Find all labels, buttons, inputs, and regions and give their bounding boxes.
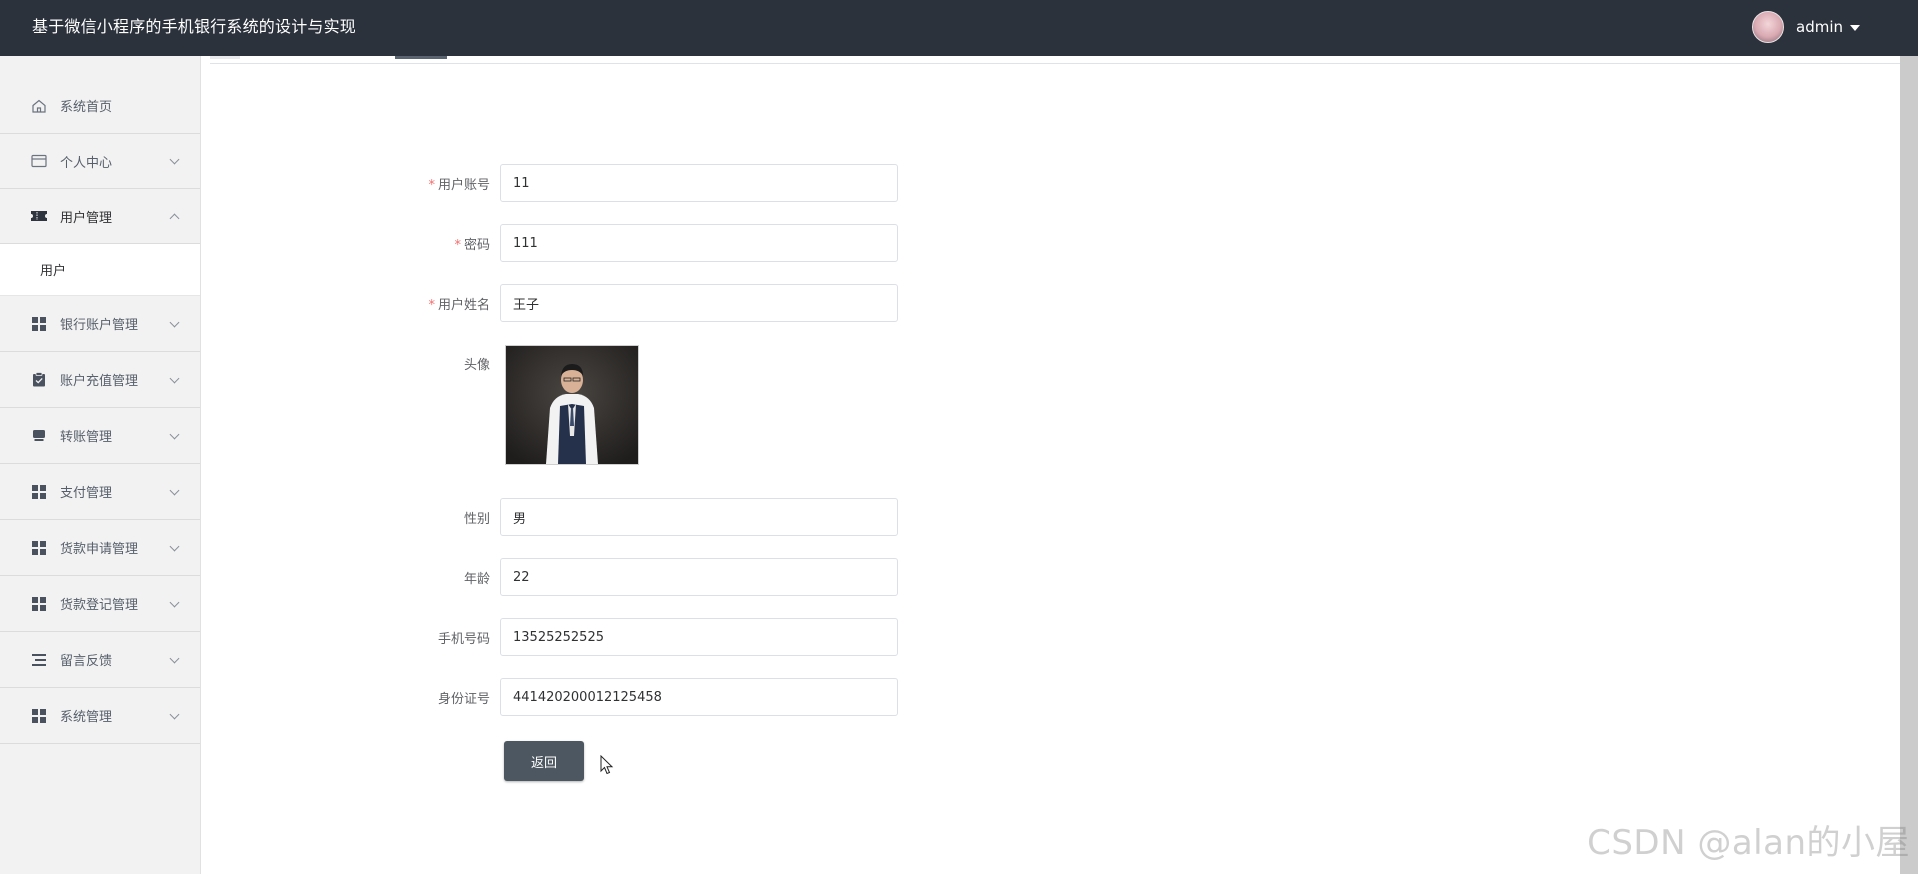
- sidebar-item-bank-account[interactable]: 银行账户管理: [0, 296, 200, 352]
- sidebar-item-transfer[interactable]: 转账管理: [0, 408, 200, 464]
- grid-icon: [30, 708, 48, 724]
- grid-icon: [30, 540, 48, 556]
- mouse-cursor-icon: [600, 755, 614, 775]
- form-row-id-card: 身份证号: [400, 678, 898, 716]
- sidebar-item-label: 货款申请管理: [60, 542, 139, 557]
- form-row-age: 年龄: [400, 558, 898, 596]
- sidebar-subitem-label: 用户: [40, 264, 67, 279]
- sidebar-item-label: 系统管理: [60, 710, 113, 725]
- age-label: 年龄: [463, 571, 490, 587]
- sidebar-item-label: 支付管理: [60, 486, 113, 501]
- sidebar-item-label: 账户充值管理: [60, 374, 139, 389]
- sidebar-subitem-user[interactable]: 用户: [0, 244, 200, 296]
- sidebar-item-payment[interactable]: 支付管理: [0, 464, 200, 520]
- sidebar-item-feedback[interactable]: 留言反馈: [0, 632, 200, 688]
- tab-underline: [210, 63, 1900, 64]
- sidebar-top-spacer: [0, 56, 200, 78]
- sidebar-item-label: 个人中心: [60, 155, 113, 171]
- list-icon: [30, 652, 48, 668]
- phone-label: 手机号码: [437, 631, 490, 647]
- form-row-account: * 用户账号: [400, 164, 898, 202]
- form-row-avatar: 头像: [400, 354, 500, 373]
- grid-icon: [30, 484, 48, 500]
- sidebar-item-loan-registration[interactable]: 货款登记管理: [0, 576, 200, 632]
- person-photo-icon: [506, 346, 638, 464]
- password-label: * 密码: [454, 237, 490, 253]
- id-card-label: 身份证号: [437, 691, 490, 707]
- gender-label: 性别: [463, 511, 490, 527]
- required-mark: *: [428, 297, 435, 313]
- sidebar-item-label: 留言反馈: [60, 654, 113, 669]
- card-icon: [30, 153, 48, 169]
- chevron-down-icon: [169, 653, 180, 663]
- sidebar-item-user-management[interactable]: 用户管理: [0, 189, 200, 244]
- chevron-down-icon: [169, 429, 180, 439]
- chevron-up-icon: [169, 213, 180, 224]
- avatar-label: 头像: [463, 358, 490, 373]
- gender-field[interactable]: [500, 498, 898, 536]
- app-title: 基于微信小程序的手机银行系统的设计与实现: [32, 17, 357, 36]
- chevron-down-icon: [169, 317, 180, 327]
- sidebar-item-personal-center[interactable]: 个人中心: [0, 134, 200, 189]
- home-icon: [30, 98, 48, 114]
- required-mark: *: [428, 177, 435, 193]
- scrollbar-track[interactable]: [1900, 56, 1918, 874]
- chevron-down-icon: [169, 597, 180, 607]
- sidebar-item-label: 系统首页: [60, 100, 113, 115]
- sidebar-item-label: 货款登记管理: [60, 598, 139, 613]
- ticket-icon: [30, 208, 48, 224]
- form-row-name: * 用户姓名: [400, 284, 898, 322]
- sidebar-item-label: 银行账户管理: [60, 318, 139, 333]
- sidebar-item-loan-application[interactable]: 货款申请管理: [0, 520, 200, 576]
- form-row-gender: 性别: [400, 498, 898, 536]
- sidebar: 系统首页 个人中心 用户管理 用户 银行账户管理 账户充值管理 转账管理 支付管…: [0, 56, 201, 874]
- grid-icon: [30, 596, 48, 612]
- tab-hint: [210, 56, 240, 59]
- sidebar-item-label: 用户管理: [60, 210, 113, 226]
- chevron-down-icon: [169, 373, 180, 383]
- id-card-field[interactable]: [500, 678, 898, 716]
- chevron-down-icon: [169, 485, 180, 495]
- user-menu[interactable]: admin: [1752, 10, 1860, 44]
- user-avatar-image: [505, 345, 639, 465]
- required-mark: *: [454, 237, 461, 253]
- top-bar: 基于微信小程序的手机银行系统的设计与实现 admin: [0, 0, 1918, 56]
- chevron-down-icon: [169, 541, 180, 551]
- age-field[interactable]: [500, 558, 898, 596]
- account-field[interactable]: [500, 164, 898, 202]
- user-name[interactable]: admin: [1796, 18, 1843, 36]
- chevron-down-icon: [169, 709, 180, 719]
- watermark: CSDN @alan的小屋: [1587, 823, 1910, 863]
- tab-active-hint: [395, 56, 447, 59]
- caret-down-icon[interactable]: [1850, 25, 1860, 31]
- form-row-phone: 手机号码: [400, 618, 898, 656]
- sidebar-item-system[interactable]: 系统管理: [0, 688, 200, 744]
- clipboard-icon: [30, 372, 48, 388]
- phone-field[interactable]: [500, 618, 898, 656]
- sidebar-item-home[interactable]: 系统首页: [0, 78, 200, 134]
- chevron-down-icon: [169, 154, 180, 165]
- name-label: * 用户姓名: [428, 297, 490, 313]
- account-label: * 用户账号: [428, 177, 490, 193]
- password-field[interactable]: [500, 224, 898, 262]
- grid-icon: [30, 316, 48, 332]
- user-avatar[interactable]: [1752, 11, 1784, 43]
- cart-icon: [30, 428, 48, 444]
- name-field[interactable]: [500, 284, 898, 322]
- sidebar-item-recharge[interactable]: 账户充值管理: [0, 352, 200, 408]
- form-row-password: * 密码: [400, 224, 898, 262]
- sidebar-item-label: 转账管理: [60, 430, 113, 445]
- back-button[interactable]: 返回: [504, 741, 584, 781]
